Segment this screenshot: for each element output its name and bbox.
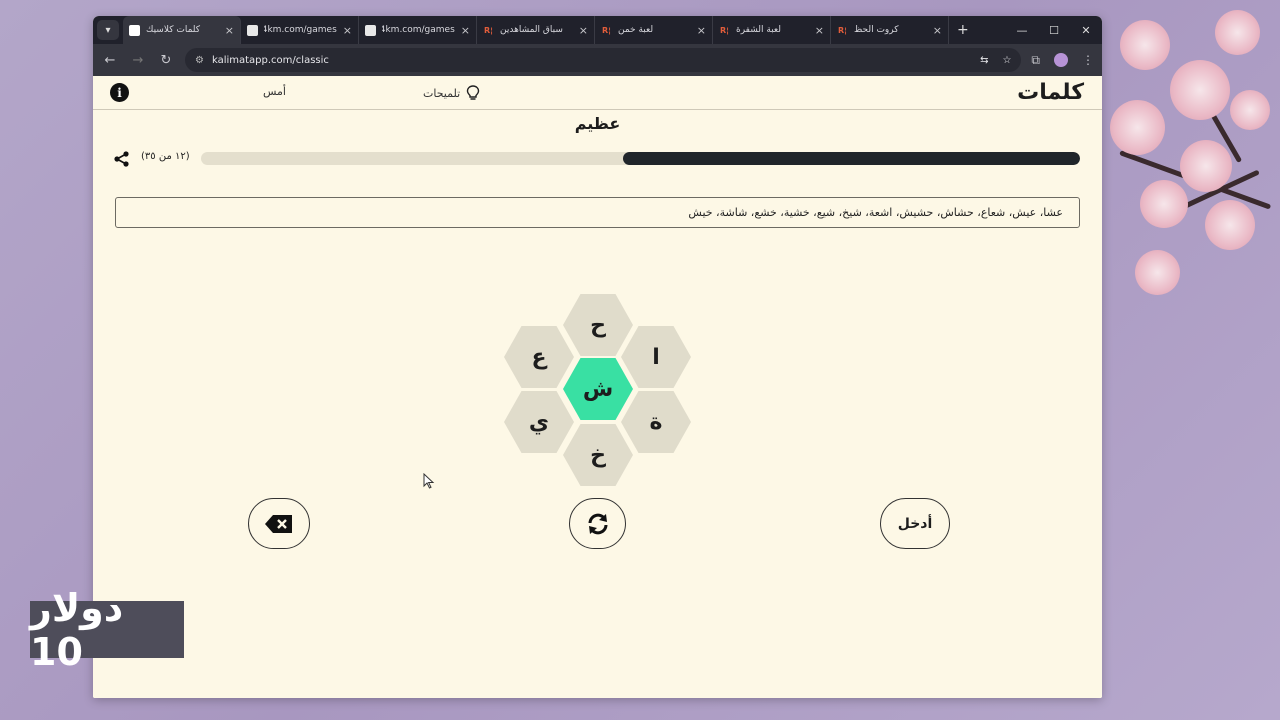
hex-letter-bottom[interactable]: خ — [563, 424, 633, 486]
tab-close-icon[interactable]: × — [461, 24, 470, 37]
address-bar-row: ← → ↻ ⚙ kalimatapp.com/classic ⇆ ☆ ⧉ ⋮ — [93, 44, 1102, 76]
hex-letter-bottom-left[interactable]: ي — [504, 391, 574, 453]
tab-title: كلمات كلاسيك — [146, 25, 201, 35]
window-close-button[interactable]: ✕ — [1070, 16, 1102, 44]
url-field[interactable]: ⚙ kalimatapp.com/classic ⇆ ☆ — [185, 48, 1022, 72]
tab-favicon-icon — [365, 24, 376, 36]
backspace-icon — [265, 514, 292, 533]
hex-letter-top[interactable]: ح — [563, 294, 633, 356]
tab-close-icon[interactable]: × — [343, 24, 352, 37]
shuffle-button[interactable] — [569, 498, 626, 549]
game-page: كلمات تلميحات أمس i عظيم (١٢ من ٣٥) عشا،… — [93, 76, 1102, 698]
profile-avatar[interactable] — [1054, 53, 1068, 67]
tab-title: كروت الحظ — [854, 25, 899, 35]
tab-favicon-icon: R¦ — [483, 25, 494, 35]
back-button[interactable]: ← — [101, 53, 119, 68]
price-text: دولار 10 — [30, 585, 124, 674]
progress-row: (١٢ من ٣٥) — [113, 151, 1080, 167]
tab-favicon-icon — [247, 24, 258, 36]
browser-window: ▾ كلمات كلاسيك × e4km.com/games × e4km.com/g… — [93, 16, 1102, 698]
tab-favicon-icon — [129, 24, 140, 36]
tab-favicon-icon: R¦ — [719, 25, 730, 35]
tab-title: e4km.com/games — [264, 25, 337, 35]
price-overlay-badge: دولار 10 — [30, 586, 184, 674]
hints-label: تلميحات — [423, 86, 461, 100]
lightbulb-icon — [467, 85, 480, 100]
bookmark-star-icon[interactable]: ☆ — [1002, 55, 1011, 66]
found-words-text: عشا، عيش، شعاع، حشاش، حشيش، اشعة، شيخ، ش… — [688, 206, 1063, 219]
enter-button[interactable]: أدخل — [880, 498, 950, 549]
reload-button[interactable]: ↻ — [157, 53, 175, 68]
enter-label: أدخل — [897, 515, 933, 532]
site-info-icon[interactable]: ⚙ — [195, 55, 204, 66]
tab-title: لعبة خمن — [618, 25, 654, 35]
app-header: كلمات تلميحات أمس i — [93, 76, 1102, 110]
tab-close-icon[interactable]: × — [933, 24, 942, 37]
hex-letter-bottom-right[interactable]: ة — [621, 391, 691, 453]
browser-tab[interactable]: R¦ لعبة خمن × — [595, 16, 713, 44]
browser-tab[interactable]: R¦ سباق المشاهدين × — [477, 16, 595, 44]
new-tab-button[interactable]: + — [957, 22, 969, 38]
hex-letter-center[interactable]: ش — [563, 358, 633, 420]
extensions-icon[interactable]: ⧉ — [1031, 53, 1040, 68]
info-icon[interactable]: i — [110, 83, 129, 102]
progress-fill — [622, 152, 1080, 165]
tab-title: لعبة الشفرة — [736, 25, 781, 35]
share-icon[interactable] — [113, 151, 131, 167]
tab-close-icon[interactable]: × — [225, 24, 234, 37]
hints-button[interactable]: تلميحات — [423, 85, 480, 101]
rank-title: عظيم — [574, 114, 621, 133]
tab-strip: كلمات كلاسيك × e4km.com/games × e4km.com/gam… — [123, 16, 949, 44]
hex-letter-top-right[interactable]: ا — [621, 326, 691, 388]
progress-bar — [201, 152, 1080, 165]
score-text: (١٢ من ٣٥) — [141, 151, 190, 162]
refresh-icon — [588, 513, 607, 534]
browser-tab[interactable]: R¦ لعبة الشفرة × — [713, 16, 831, 44]
minimize-button[interactable]: — — [1006, 16, 1038, 44]
forward-button[interactable]: → — [129, 53, 147, 68]
browser-tab[interactable]: e4km.com/games × — [359, 16, 477, 44]
app-logo[interactable]: كلمات — [1017, 80, 1084, 105]
tab-bar: ▾ كلمات كلاسيك × e4km.com/games × e4km.com/g… — [93, 16, 1102, 44]
tab-close-icon[interactable]: × — [815, 24, 824, 37]
tab-favicon-icon: R¦ — [837, 25, 848, 35]
translate-icon[interactable]: ⇆ — [980, 55, 988, 66]
url-text: kalimatapp.com/classic — [211, 54, 329, 66]
mouse-cursor-icon — [423, 473, 435, 489]
tab-title: سباق المشاهدين — [500, 25, 563, 35]
tab-favicon-icon: R¦ — [601, 25, 612, 35]
browser-menu-icon[interactable]: ⋮ — [1082, 53, 1094, 67]
tab-close-icon[interactable]: × — [579, 24, 588, 37]
found-words-box[interactable]: عشا، عيش، شعاع، حشاش، حشيش، اشعة، شيخ، ش… — [115, 197, 1080, 228]
browser-tab[interactable]: كلمات كلاسيك × — [123, 16, 241, 44]
hex-letter-top-left[interactable]: ع — [504, 326, 574, 388]
tab-close-icon[interactable]: × — [697, 24, 706, 37]
yesterday-button[interactable]: أمس — [263, 85, 286, 98]
tab-search-button[interactable]: ▾ — [97, 20, 119, 40]
window-controls: — ☐ ✕ — [1006, 16, 1102, 44]
browser-tab[interactable]: R¦ كروت الحظ × — [831, 16, 949, 44]
browser-tab[interactable]: e4km.com/games × — [241, 16, 359, 44]
tab-title: e4km.com/games — [382, 25, 455, 35]
delete-button[interactable] — [248, 498, 310, 549]
maximize-button[interactable]: ☐ — [1038, 16, 1070, 44]
cherry-blossom-decoration — [1080, 0, 1280, 330]
